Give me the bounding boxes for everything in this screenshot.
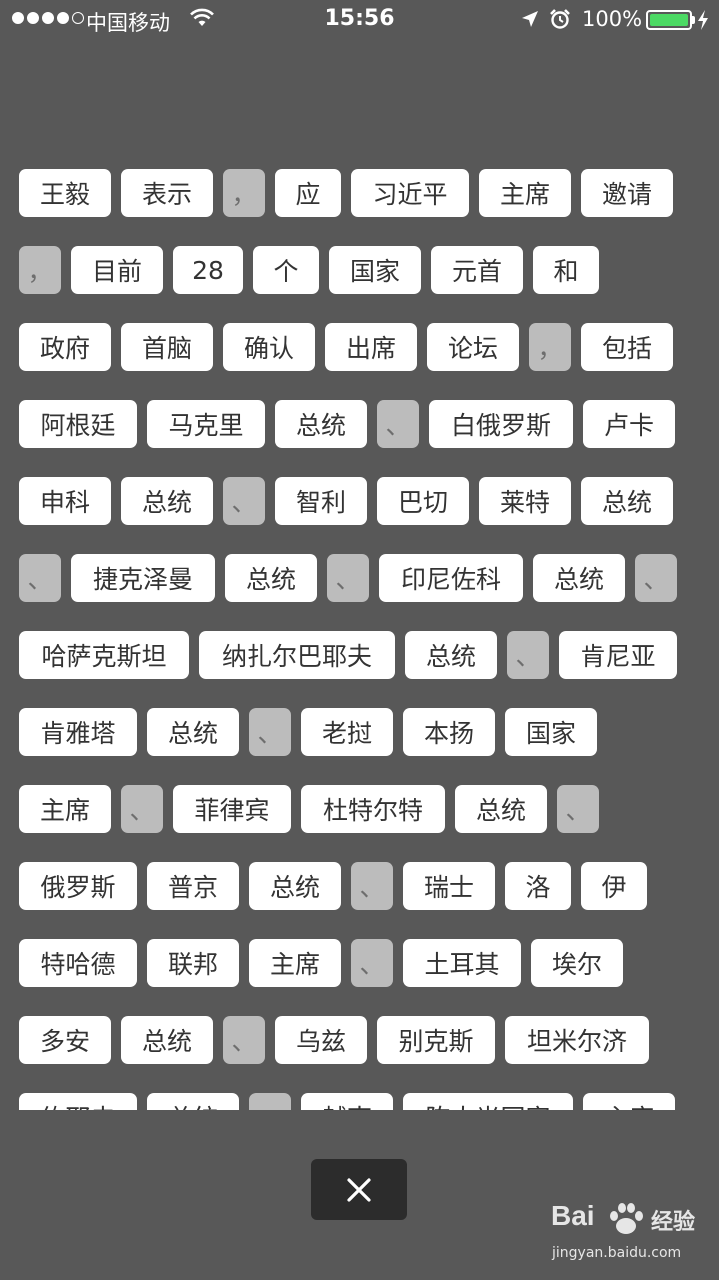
word-chip[interactable]: 习近平 xyxy=(351,169,469,217)
word-chip[interactable]: 别克斯 xyxy=(377,1016,495,1064)
word-chip[interactable]: 智利 xyxy=(275,477,367,525)
punctuation-chip[interactable]: 、 xyxy=(121,785,163,833)
word-chip[interactable]: 首脑 xyxy=(121,323,213,371)
word-chip[interactable]: 捷克泽曼 xyxy=(71,554,215,602)
word-chip[interactable]: 埃尔 xyxy=(531,939,623,987)
battery-percentage: 100% xyxy=(582,7,643,31)
punctuation-chip[interactable]: 、 xyxy=(635,554,677,602)
word-chip[interactable]: 卢卡 xyxy=(583,400,675,448)
punctuation-chip[interactable]: 、 xyxy=(223,1016,265,1064)
word-chip[interactable]: 肯尼亚 xyxy=(559,631,677,679)
word-chip[interactable]: 纳扎尔巴耶夫 xyxy=(199,631,395,679)
word-chip[interactable]: 乌兹 xyxy=(275,1016,367,1064)
punctuation-chip[interactable]: 、 xyxy=(249,708,291,756)
word-chip[interactable]: 元首 xyxy=(431,246,523,294)
word-chip[interactable]: 俄罗斯 xyxy=(19,862,137,910)
word-chip[interactable]: 约耶夫 xyxy=(19,1093,137,1110)
punctuation-chip[interactable]: 、 xyxy=(351,862,393,910)
close-icon xyxy=(347,1177,371,1202)
word-chip[interactable]: 总统 xyxy=(121,477,213,525)
word-chip[interactable]: 阿根廷 xyxy=(19,400,137,448)
word-chip[interactable]: 国家 xyxy=(329,246,421,294)
word-chip[interactable]: 总统 xyxy=(147,708,239,756)
word-chip[interactable]: 瑞士 xyxy=(403,862,495,910)
punctuation-chip[interactable]: 、 xyxy=(223,477,265,525)
word-chip[interactable]: 白俄罗斯 xyxy=(429,400,573,448)
word-chip[interactable]: 总统 xyxy=(121,1016,213,1064)
word-chip[interactable]: 总统 xyxy=(455,785,547,833)
word-chip[interactable]: 申科 xyxy=(19,477,111,525)
word-chip[interactable]: 主席 xyxy=(479,169,571,217)
watermark-name: 经验 xyxy=(651,1210,696,1235)
battery-icon xyxy=(646,10,692,30)
charging-bolt-icon xyxy=(697,9,709,36)
word-chip[interactable]: 巴切 xyxy=(377,477,469,525)
word-chip[interactable]: 越南 xyxy=(301,1093,393,1110)
word-chip[interactable]: 国家 xyxy=(505,708,597,756)
punctuation-chip[interactable]: ， xyxy=(19,246,61,294)
alarm-clock-icon xyxy=(549,8,571,35)
word-chip[interactable]: 杜特尔特 xyxy=(301,785,445,833)
status-bar: 中国移动 15:56 100% xyxy=(0,0,719,40)
word-chip[interactable]: 邀请 xyxy=(581,169,673,217)
word-chip[interactable]: 特哈德 xyxy=(19,939,137,987)
punctuation-chip[interactable]: 、 xyxy=(377,400,419,448)
word-chip[interactable]: 总统 xyxy=(225,554,317,602)
word-chip[interactable]: 普京 xyxy=(147,862,239,910)
close-button[interactable] xyxy=(311,1159,407,1220)
word-chip[interactable]: 伊 xyxy=(581,862,647,910)
word-chip[interactable]: 土耳其 xyxy=(403,939,521,987)
word-chip[interactable]: 坦米尔济 xyxy=(505,1016,649,1064)
punctuation-chip[interactable]: 、 xyxy=(507,631,549,679)
word-chip[interactable]: 主席 xyxy=(583,1093,675,1110)
word-chip[interactable]: 印尼佐科 xyxy=(379,554,523,602)
battery-cap xyxy=(692,16,695,24)
word-chip[interactable]: 表示 xyxy=(121,169,213,217)
punctuation-chip[interactable]: 、 xyxy=(19,554,61,602)
word-chip[interactable]: 个 xyxy=(253,246,319,294)
word-chip[interactable]: 老挝 xyxy=(301,708,393,756)
word-chip[interactable]: 多安 xyxy=(19,1016,111,1064)
word-chip[interactable]: 联邦 xyxy=(147,939,239,987)
word-chip[interactable]: 包括 xyxy=(581,323,673,371)
word-chip[interactable]: 28 xyxy=(173,246,243,294)
word-chip[interactable]: 总统 xyxy=(581,477,673,525)
word-chip[interactable]: 总统 xyxy=(147,1093,239,1110)
punctuation-chip[interactable]: ， xyxy=(223,169,265,217)
word-chip[interactable]: 主席 xyxy=(19,785,111,833)
word-chip[interactable]: 总统 xyxy=(249,862,341,910)
word-chip[interactable]: 莱特 xyxy=(479,477,571,525)
word-chip[interactable]: 论坛 xyxy=(427,323,519,371)
word-chip[interactable]: 目前 xyxy=(71,246,163,294)
word-chip[interactable]: 主席 xyxy=(249,939,341,987)
watermark-url: jingyan.baidu.com xyxy=(552,1245,682,1261)
punctuation-chip[interactable]: ， xyxy=(529,323,571,371)
watermark-logo-text: Bai xyxy=(551,1200,595,1231)
word-chip[interactable]: 肯雅塔 xyxy=(19,708,137,756)
punctuation-chip[interactable]: 、 xyxy=(327,554,369,602)
word-chip[interactable]: 和 xyxy=(533,246,599,294)
word-chip[interactable]: 总统 xyxy=(275,400,367,448)
location-arrow-icon xyxy=(520,9,540,34)
punctuation-chip[interactable]: 、 xyxy=(557,785,599,833)
word-chip[interactable]: 总统 xyxy=(533,554,625,602)
word-chip[interactable]: 本扬 xyxy=(403,708,495,756)
word-chip[interactable]: 总统 xyxy=(405,631,497,679)
word-chip[interactable]: 菲律宾 xyxy=(173,785,291,833)
punctuation-chip[interactable]: 、 xyxy=(249,1093,291,1110)
paw-icon xyxy=(606,1202,646,1242)
word-chip[interactable]: 政府 xyxy=(19,323,111,371)
word-chip[interactable]: 出席 xyxy=(325,323,417,371)
word-chip[interactable]: 马克里 xyxy=(147,400,265,448)
baidu-jingyan-watermark: Bai 经验 jingyan.baidu.com xyxy=(548,1198,718,1268)
word-chip[interactable]: 应 xyxy=(275,169,341,217)
punctuation-chip[interactable]: 、 xyxy=(351,939,393,987)
word-chip[interactable]: 确认 xyxy=(223,323,315,371)
word-segmentation-area: 王毅 表示，应习近平 主席 邀请，目前 28 个国家 元首和政府 首脑 确认 出席 论坛，包括 阿根廷… xyxy=(0,152,719,1110)
word-chip[interactable]: 哈萨克斯坦 xyxy=(19,631,189,679)
word-chip[interactable]: 洛 xyxy=(505,862,571,910)
word-chip[interactable]: 陈大光国家 xyxy=(403,1093,573,1110)
word-chip[interactable]: 王毅 xyxy=(19,169,111,217)
